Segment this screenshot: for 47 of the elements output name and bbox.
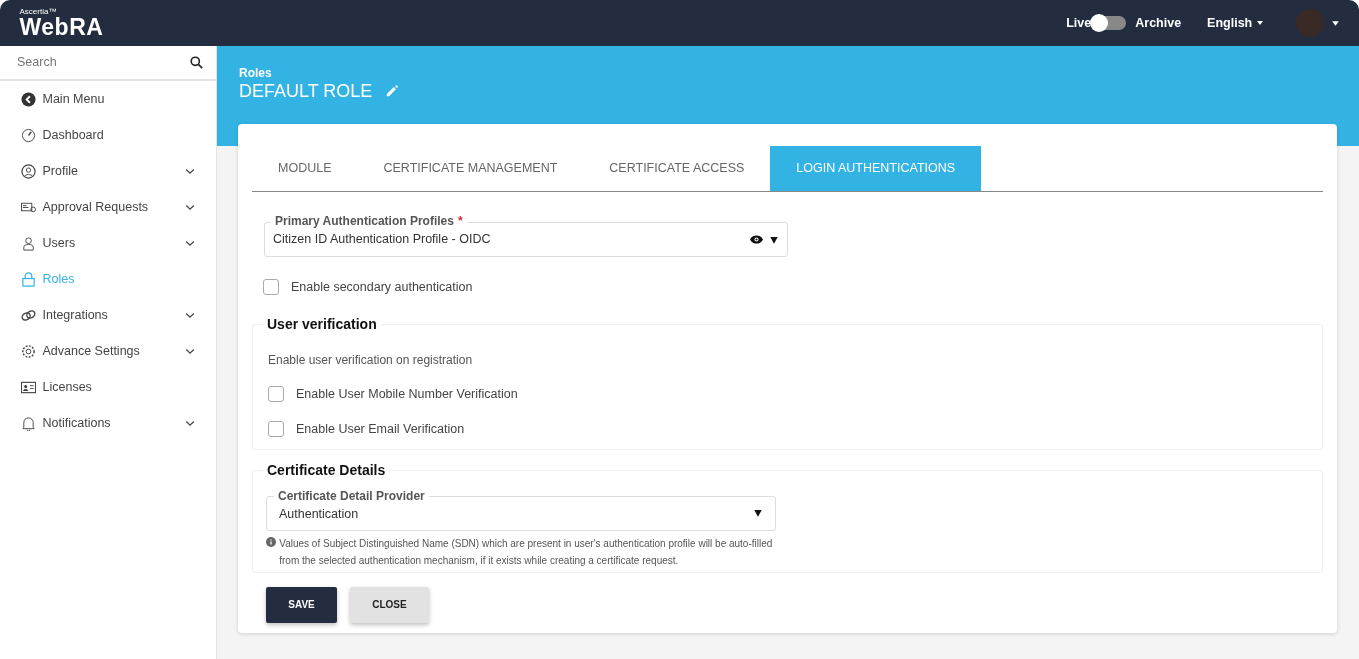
checkbox-label: Enable secondary authentication (291, 279, 473, 296)
sidebar-item[interactable]: Profile (0, 153, 216, 189)
help-text: Values of Subject Distinguished Name (SDN) which are present in user's authentication profile will be auto-filled from the selected authentication mechanism, if it exists while creating a certificate request. (279, 536, 774, 568)
lock-icon (21, 271, 36, 287)
page-title: DEFAULT ROLE (239, 80, 373, 102)
sidebar-item[interactable]: Main Menu (0, 81, 216, 117)
sidebar-item[interactable]: Notifications (0, 405, 216, 441)
live-archive-toggle[interactable] (1092, 16, 1127, 30)
field-label: Primary Authentication Profiles (271, 213, 458, 229)
gear-icon (21, 343, 36, 359)
section-description: Enable user verification on registration (268, 351, 474, 369)
pencil-icon (385, 84, 400, 98)
language-dropdown[interactable]: English (1207, 13, 1264, 33)
gauge-icon (21, 127, 36, 143)
sidebar-item[interactable]: Approval Requests (0, 189, 216, 225)
caret-icon (1330, 18, 1340, 28)
caret-icon (753, 508, 763, 519)
search-icon (190, 56, 203, 69)
sidebar-item[interactable]: Integrations (0, 297, 216, 333)
caret-icon (1255, 19, 1264, 27)
checkbox[interactable] (263, 279, 279, 296)
archive-label: Archive (1135, 14, 1182, 32)
close-button[interactable]: CLOSE (350, 586, 429, 623)
tab[interactable]: CERTIFICATE MANAGEMENT (357, 146, 584, 191)
tab[interactable]: MODULE (252, 146, 358, 191)
sidebar-item[interactable]: Users (0, 225, 216, 261)
brand-tagline: Ascertia™ (19, 7, 58, 16)
info-icon (266, 536, 276, 547)
bell-icon (21, 415, 36, 431)
tab[interactable]: CERTIFICATE ACCESS (583, 146, 771, 191)
brand-logo: WebRA (19, 15, 104, 39)
id-card-icon (21, 379, 36, 395)
user-icon (21, 235, 36, 251)
checkbox-label: Enable User Mobile Number Verification (296, 385, 518, 403)
link-icon (21, 307, 36, 323)
breadcrumb: Roles (239, 66, 273, 80)
sidebar-item[interactable]: Dashboard (0, 117, 216, 153)
user-circle-icon (21, 163, 36, 179)
sidebar-item[interactable]: Advance Settings (0, 333, 216, 369)
sidebar-item[interactable]: Licenses (0, 369, 216, 405)
live-label: Live (1066, 14, 1092, 32)
save-button[interactable]: SAVE (266, 586, 337, 623)
checkbox[interactable] (268, 386, 284, 403)
checkbox-label: Enable User Email Verification (296, 420, 465, 438)
checkbox[interactable] (268, 420, 284, 437)
caret-icon (769, 234, 779, 245)
eye-icon (749, 233, 763, 246)
